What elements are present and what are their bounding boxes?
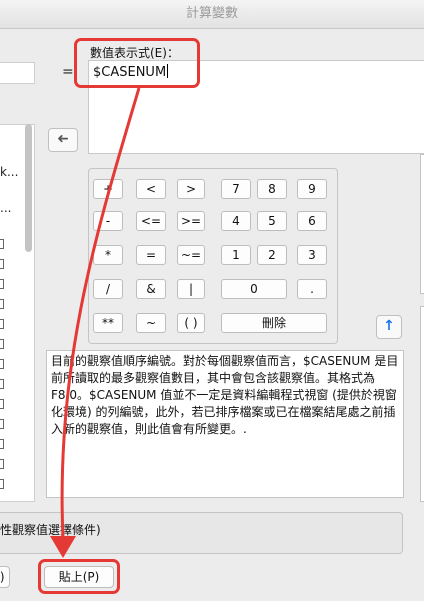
function-description: 目前的觀察值順序編號。對於每個觀察值而言，$CASENUM 是目前所讀取的最多觀… bbox=[46, 350, 404, 498]
list-item[interactable]: ... bbox=[0, 201, 11, 215]
key-and[interactable]: & bbox=[136, 279, 166, 299]
key-less-than[interactable]: < bbox=[136, 179, 166, 199]
key-not-equal[interactable]: ~= bbox=[177, 245, 205, 265]
list-item-marker bbox=[0, 479, 4, 489]
key-divide[interactable]: / bbox=[93, 279, 123, 299]
key-9[interactable]: 9 bbox=[297, 179, 327, 199]
key-7[interactable]: 7 bbox=[221, 179, 251, 199]
key-less-equal[interactable]: <= bbox=[136, 211, 166, 231]
move-variable-button[interactable]: ➜ bbox=[48, 128, 78, 152]
function-group-list[interactable] bbox=[420, 154, 424, 294]
key-equal[interactable]: = bbox=[136, 245, 166, 265]
key-4[interactable]: 4 bbox=[221, 211, 251, 231]
list-item-marker bbox=[0, 419, 4, 429]
key-power[interactable]: ** bbox=[93, 313, 123, 333]
window-title: 計算變數 bbox=[0, 0, 424, 29]
key-3[interactable]: 3 bbox=[297, 245, 327, 265]
if-condition-panel: 性觀察值選擇條件) bbox=[0, 512, 403, 554]
calculator-keypad: + < > 7 8 9 - <= >= 4 5 6 * = ~= 1 2 3 /… bbox=[88, 168, 338, 344]
list-item-marker bbox=[0, 379, 4, 389]
list-item-marker bbox=[0, 299, 4, 309]
delete-button[interactable]: 刪除 bbox=[221, 313, 327, 333]
list-item-marker bbox=[0, 239, 4, 249]
list-item-marker bbox=[0, 319, 4, 329]
key-not[interactable]: ~ bbox=[136, 313, 166, 333]
list-item-marker bbox=[0, 459, 4, 469]
key-1[interactable]: 1 bbox=[221, 245, 251, 265]
target-variable-field[interactable] bbox=[0, 62, 35, 84]
key-plus[interactable]: + bbox=[93, 179, 123, 199]
key-0[interactable]: 0 bbox=[221, 279, 287, 299]
up-arrow-icon: ↑ bbox=[383, 318, 395, 334]
list-item[interactable]: k... bbox=[0, 165, 18, 179]
key-or[interactable]: | bbox=[177, 279, 205, 299]
left-arrow-icon: ➜ bbox=[57, 131, 69, 147]
key-minus[interactable]: - bbox=[93, 211, 123, 231]
key-decimal[interactable]: . bbox=[297, 279, 327, 299]
insert-function-button[interactable]: ↑ bbox=[376, 315, 402, 339]
list-item-marker bbox=[0, 339, 4, 349]
expression-highlight-box bbox=[74, 38, 200, 88]
functions-list[interactable] bbox=[420, 306, 424, 502]
equals-sign: = bbox=[62, 64, 74, 80]
list-item-marker bbox=[0, 259, 4, 269]
key-multiply[interactable]: * bbox=[93, 245, 123, 265]
key-greater-equal[interactable]: >= bbox=[177, 211, 205, 231]
key-2[interactable]: 2 bbox=[257, 245, 287, 265]
key-8[interactable]: 8 bbox=[257, 179, 287, 199]
key-parentheses[interactable]: ( ) bbox=[177, 313, 205, 333]
key-greater-than[interactable]: > bbox=[177, 179, 205, 199]
key-5[interactable]: 5 bbox=[257, 211, 287, 231]
list-item-marker bbox=[0, 359, 4, 369]
key-6[interactable]: 6 bbox=[297, 211, 327, 231]
variable-list-scrollbar[interactable] bbox=[25, 124, 32, 252]
list-item-marker bbox=[0, 399, 4, 409]
list-item-marker bbox=[0, 439, 4, 449]
reset-button[interactable]: R) bbox=[0, 566, 10, 588]
if-condition-label: 性觀察值選擇條件) bbox=[0, 523, 101, 537]
paste-highlight-box bbox=[38, 559, 120, 594]
list-item-marker bbox=[0, 279, 4, 289]
